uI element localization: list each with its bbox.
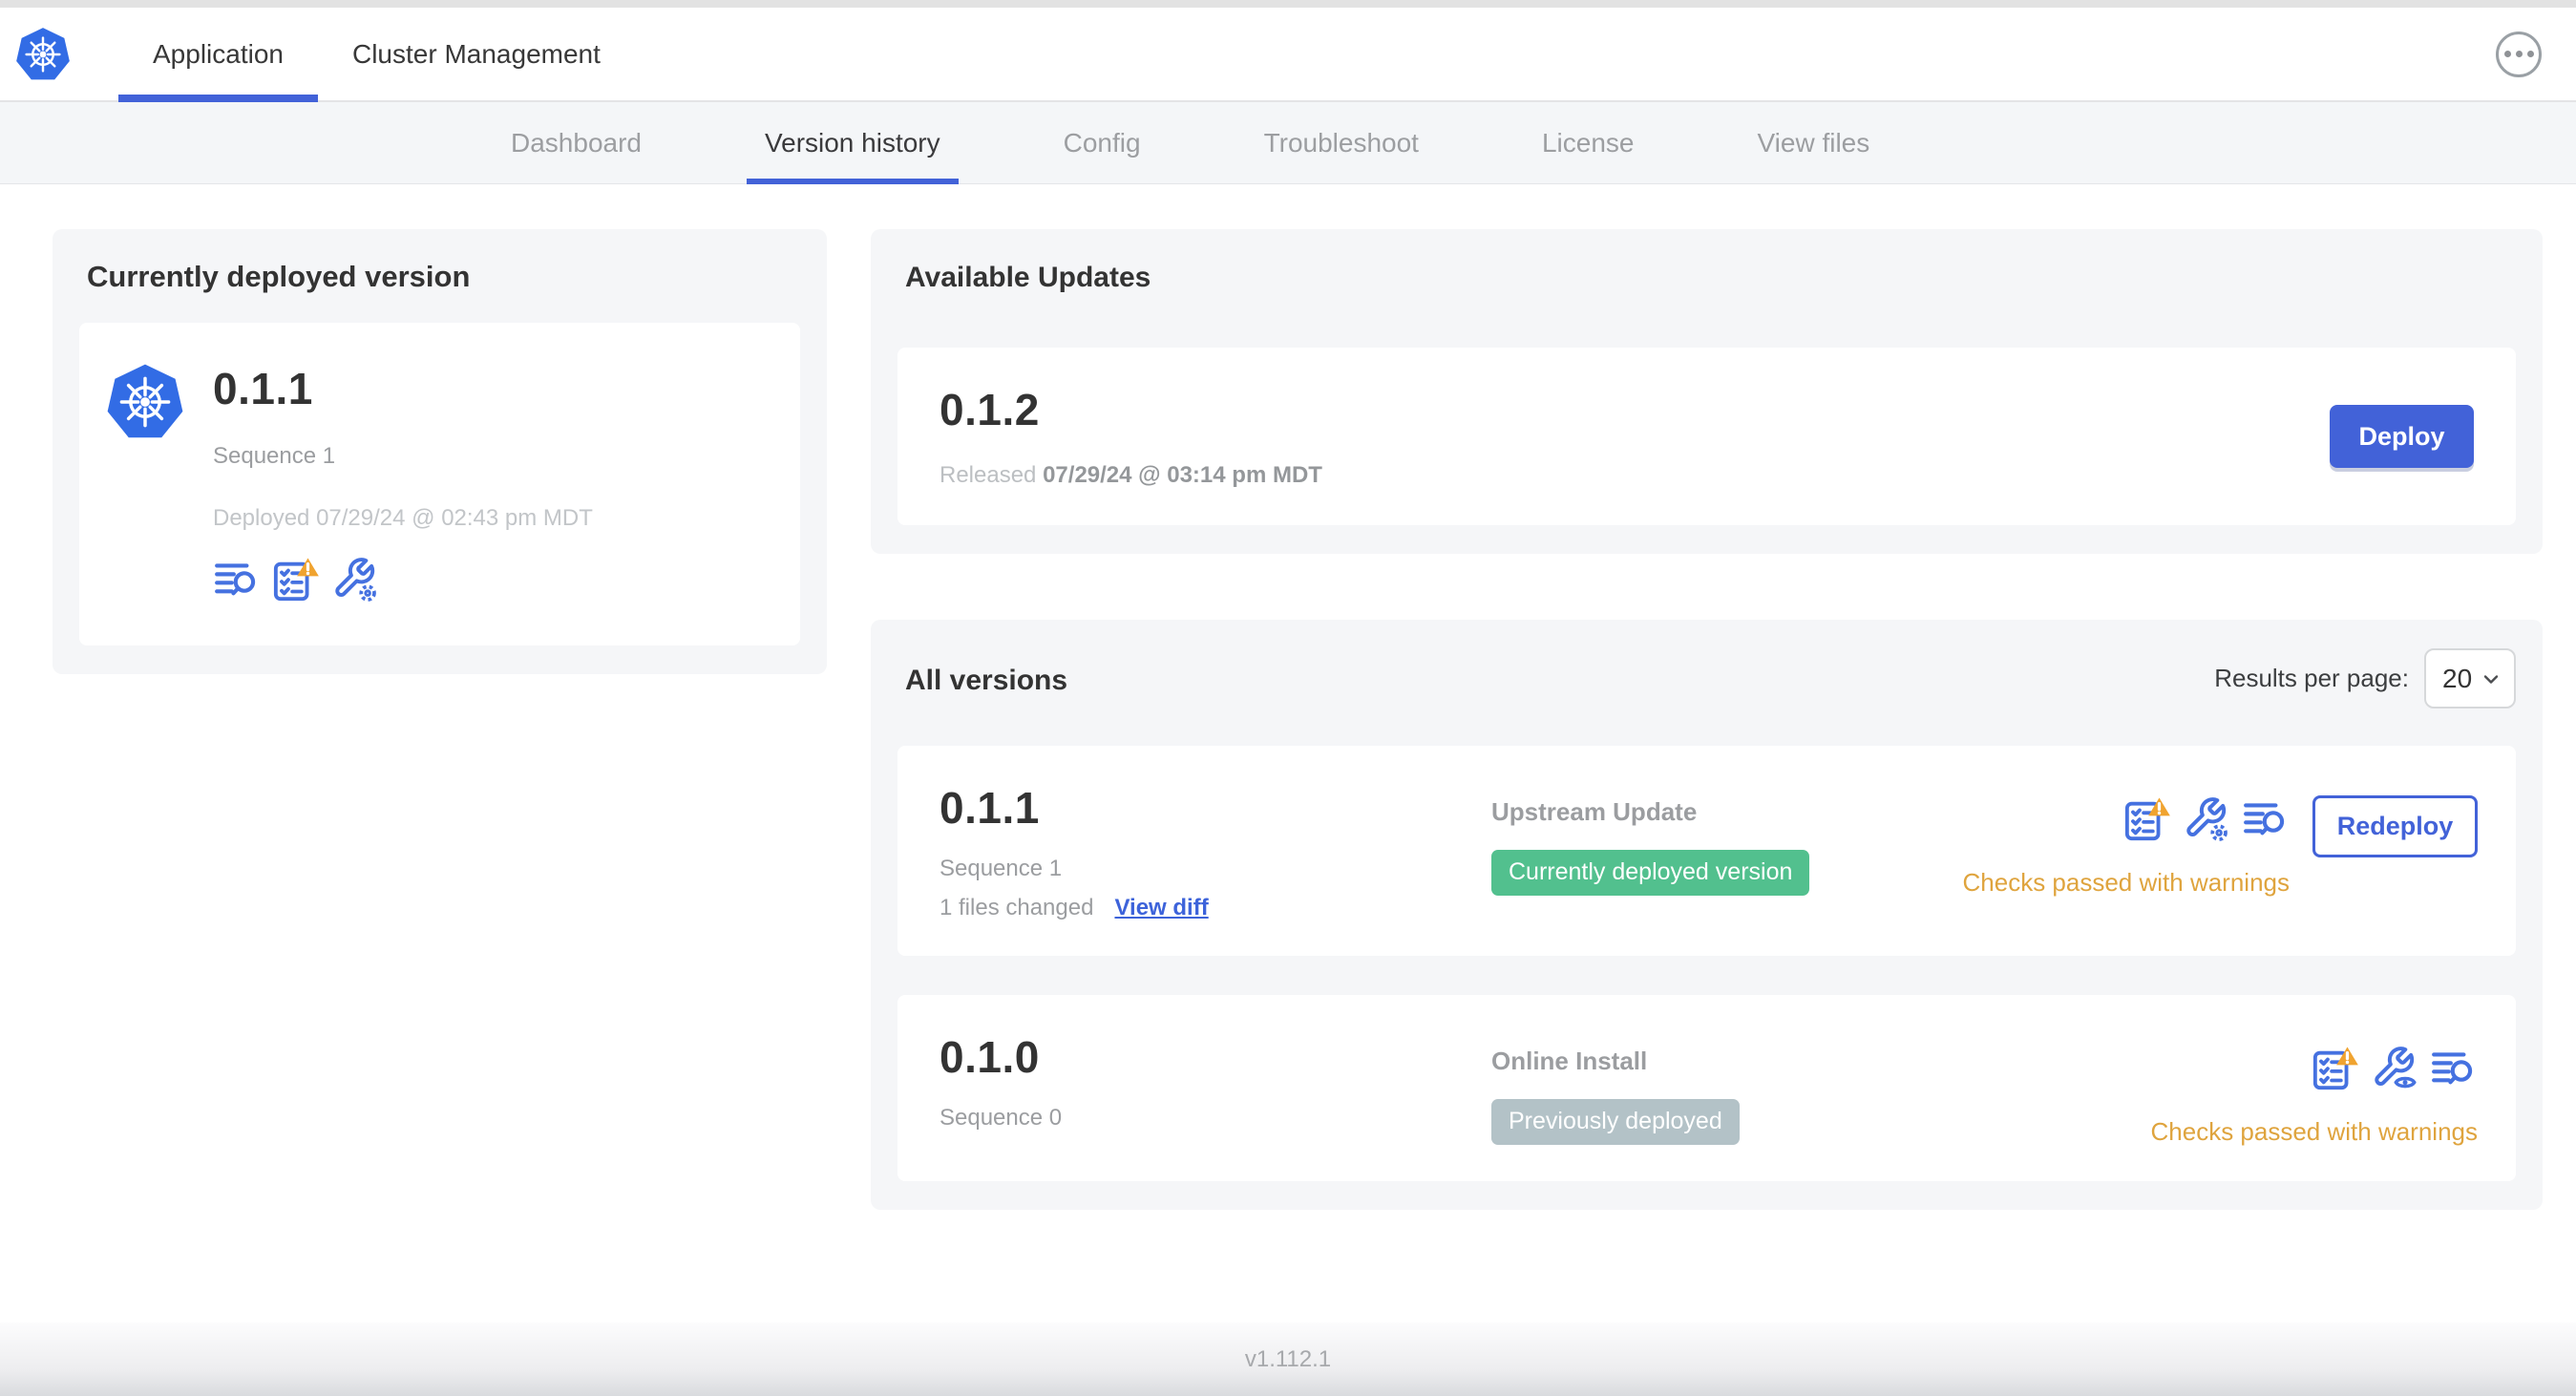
checks-status-text: Checks passed with warnings [2150,1117,2479,1146]
view-logs-icon[interactable] [2430,1045,2478,1092]
tab-config[interactable]: Config [1045,102,1159,183]
currently-deployed-title: Currently deployed version [87,260,471,293]
edit-config-icon[interactable] [2183,795,2230,843]
tab-application[interactable]: Application [118,8,318,102]
preflight-checks-warning-icon[interactable] [272,556,320,603]
tab-license[interactable]: License [1524,102,1653,183]
tab-cluster-management[interactable]: Cluster Management [318,8,635,100]
tab-view-files[interactable]: View files [1739,102,1888,183]
tab-version-history[interactable]: Version history [746,102,959,184]
all-versions-title: All versions [905,664,1068,696]
update-version-number: 0.1.2 [940,385,1040,434]
deployed-actions [213,556,593,603]
previously-deployed-badge: Previously deployed [1491,1099,1740,1145]
update-released-timestamp: 07/29/24 @ 03:14 pm MDT [1043,462,1322,488]
row-actions [2312,1045,2478,1092]
checks-status-text: Checks passed with warnings [1962,868,2291,897]
tab-troubleshoot[interactable]: Troubleshoot [1246,102,1437,183]
view-diff-link[interactable]: View diff [1114,895,1208,921]
results-per-page-label: Results per page: [2214,664,2409,692]
deployed-timestamp: Deployed 07/29/24 @ 02:43 pm MDT [213,505,593,531]
view-logs-icon[interactable] [2242,795,2290,843]
app-level-tabs: Application Cluster Management [118,8,635,102]
view-config-icon[interactable] [2371,1045,2418,1092]
footer: v1.112.1 [0,1322,2576,1396]
results-per-page-select[interactable]: 20 [2424,648,2516,709]
console-version-text: v1.112.1 [1244,1345,1332,1372]
window-top-edge [0,0,2576,8]
files-changed-text: 1 files changed [940,895,1094,920]
overflow-menu-icon[interactable] [2496,31,2542,77]
version-row-0-1-1: 0.1.1 Sequence 1 1 files changed View di… [897,746,2516,956]
version-history-page: Currently deployed version 0.1.1 Sequenc… [0,184,2576,1322]
row-sequence: Sequence 1 [940,856,1063,881]
tab-dashboard[interactable]: Dashboard [493,102,660,183]
available-update-card: 0.1.2 Released 07/29/24 @ 03:14 pm MDT D… [897,348,2516,525]
row-sequence: Sequence 0 [940,1105,1063,1131]
currently-deployed-panel: Currently deployed version 0.1.1 Sequenc… [53,229,827,674]
version-source: Online Install [1491,1047,1648,1075]
preflight-checks-warning-icon[interactable] [2123,795,2171,843]
redeploy-button[interactable]: Redeploy [2312,795,2478,857]
version-source: Upstream Update [1491,797,1698,826]
version-row-0-1-0: 0.1.0 Sequence 0 Online Install Previous… [897,995,2516,1181]
results-per-page: Results per page: 20 [2214,648,2516,709]
deployed-version-number: 0.1.1 [213,364,313,413]
row-version-number: 0.1.1 [940,783,1040,833]
edit-config-icon[interactable] [331,556,379,603]
deploy-button[interactable]: Deploy [2330,405,2474,468]
view-logs-icon[interactable] [213,556,261,603]
deployed-sequence: Sequence 1 [213,443,336,469]
app-sub-navigation: Dashboard Version history Config Trouble… [0,102,2576,184]
currently-deployed-badge: Currently deployed version [1491,850,1810,896]
app-kubernetes-icon [106,363,184,603]
row-actions [2123,795,2290,843]
all-versions-panel: All versions Results per page: 20 0.1.1 … [871,620,2543,1210]
top-navigation-bar: Application Cluster Management [0,8,2576,102]
chevron-down-icon [2480,667,2502,690]
preflight-checks-warning-icon[interactable] [2312,1045,2359,1092]
tab-cluster-management-label: Cluster Management [351,38,601,69]
row-version-number: 0.1.0 [940,1032,1040,1082]
available-updates-title: Available Updates [905,262,1151,293]
update-released-line: Released 07/29/24 @ 03:14 pm MDT [940,462,1322,488]
available-updates-panel: Available Updates 0.1.2 Released 07/29/2… [871,229,2543,554]
tab-application-label: Application [153,38,284,69]
kubernetes-logo [15,8,71,100]
currently-deployed-card: 0.1.1 Sequence 1 Deployed 07/29/24 @ 02:… [79,323,800,645]
